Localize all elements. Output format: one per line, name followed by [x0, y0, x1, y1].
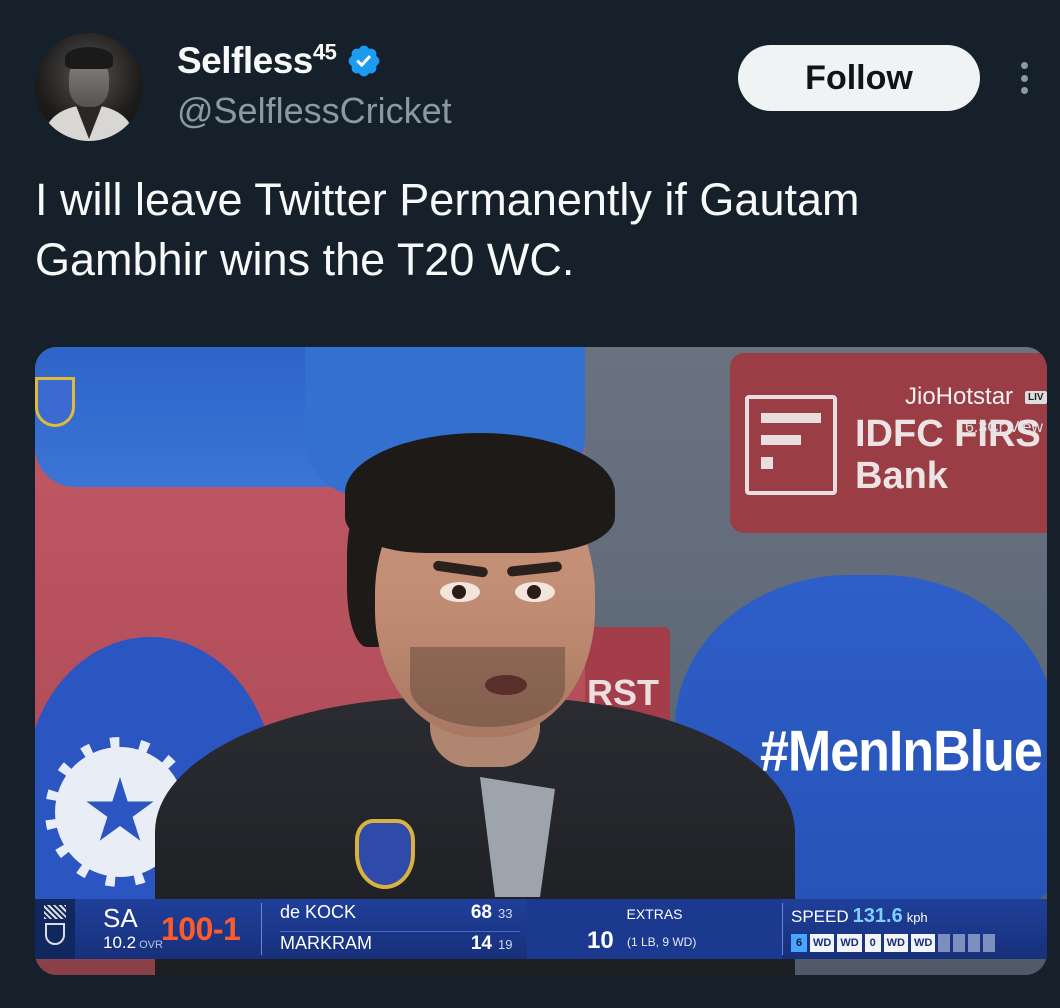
tweet-media-image[interactable]: IDFC FIRS Bank JioHotstar LIV 6.3Cr View… [35, 347, 1047, 975]
avatar-hair [65, 47, 113, 69]
more-dot [1020, 74, 1028, 82]
ball-result: WD [883, 934, 908, 952]
batter-balls: 19 [498, 937, 513, 952]
batter-name: MARKRAM [280, 933, 373, 953]
person-mouth [485, 675, 527, 695]
ball-result: 0 [864, 934, 881, 952]
speed-unit: kph [906, 910, 928, 925]
extras-detail: (1 LB, 9 WD) [627, 935, 697, 949]
ball-result: WD [910, 934, 936, 952]
ball-empty [938, 934, 951, 952]
batter-balls: 33 [498, 906, 513, 921]
jacket-emblem-icon [355, 819, 415, 889]
author-name-row: Selfless45 [177, 40, 382, 82]
more-options-icon[interactable] [1010, 58, 1038, 98]
extras-label: EXTRAS [626, 906, 683, 922]
extras-value: 10 [587, 927, 614, 954]
author-handle[interactable]: @SelflessCricket [177, 90, 452, 132]
team-score: 100-1 [161, 911, 241, 947]
scoreboard-extras: EXTRAS 10 (1 LB, 9 WD) [527, 899, 782, 959]
ball-empty [953, 934, 966, 952]
scoreboard: SA 10.2 OVR 100-1 de KOCK 68 33 MARKRAM 1… [35, 899, 1047, 959]
person-eye [440, 582, 480, 602]
more-dot [1020, 87, 1028, 94]
team-name: SA [103, 903, 138, 933]
more-dot [1020, 62, 1028, 69]
broadcaster-watermark: JioHotstar [905, 383, 1014, 410]
ball-result: WD [837, 934, 862, 952]
sponsor-board: IDFC FIRS Bank [730, 353, 1047, 533]
scoreboard-team: SA 10.2 OVR [75, 899, 163, 959]
follow-button[interactable]: Follow [738, 45, 980, 111]
ball-empty [968, 934, 981, 952]
scoreboard-speed: SPEED 131.6 kph 6 WD WD 0 WD WD [783, 899, 1047, 959]
cricket-sa-logo-icon [35, 899, 75, 959]
display-name[interactable]: Selfless45 [177, 39, 337, 82]
display-name-superscript: 45 [312, 39, 337, 65]
speed-row: SPEED 131.6 kph [791, 905, 928, 928]
bank-logo-icon [745, 395, 837, 495]
batter-runs: 14 [470, 933, 492, 954]
person-eye [515, 582, 555, 602]
live-tag: LIV [1025, 391, 1047, 404]
tweet-text: I will leave Twitter Permanently if Gaut… [35, 174, 860, 285]
person-hair [345, 433, 615, 553]
overs: 10.2 OVR [103, 933, 163, 952]
bcci-emblem-icon [35, 377, 75, 427]
view-count: 6.3Cr View [965, 419, 1043, 436]
this-over: 6 WD WD 0 WD WD [791, 934, 998, 952]
ball-empty [983, 934, 996, 952]
speed-value: 131.6 [852, 905, 903, 927]
batter-row: MARKRAM 14 19 [280, 931, 520, 957]
scoreboard-score: 100-1 [161, 899, 261, 959]
batter-name: de KOCK [280, 902, 357, 922]
batter-row: de KOCK 68 33 [280, 902, 520, 928]
scoreboard-batters: de KOCK 68 33 MARKRAM 14 19 [262, 899, 527, 959]
ball-result: WD [810, 934, 835, 952]
verified-badge-icon [348, 45, 380, 77]
speed-label: SPEED [791, 907, 849, 926]
batter-runs: 68 [470, 902, 492, 923]
ball-result: 6 [791, 934, 807, 952]
hashtag-text: #MenInBlue [760, 720, 1043, 784]
avatar[interactable] [35, 33, 143, 141]
tweet-header: Selfless45 @SelflessCricket Follow [0, 0, 1060, 160]
